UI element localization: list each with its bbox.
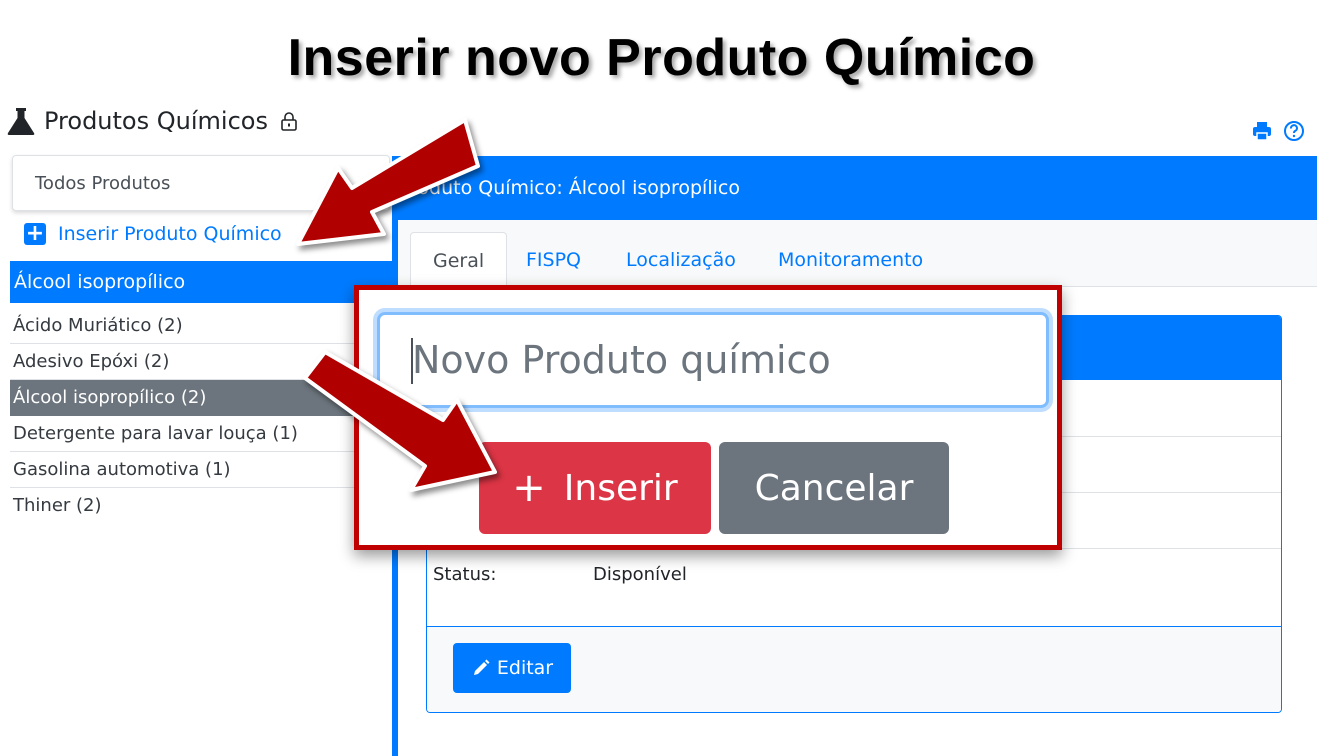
page-title: Produtos Químicos xyxy=(44,107,268,135)
card-footer: Editar xyxy=(427,626,1281,712)
edit-label: Editar xyxy=(496,657,554,679)
flask-icon xyxy=(7,108,35,135)
edit-button[interactable]: Editar xyxy=(453,643,571,693)
insert-label: Inserir xyxy=(563,467,678,509)
status-value: Disponível xyxy=(593,564,687,585)
print-icon[interactable] xyxy=(1251,120,1273,142)
sidebar-active-item[interactable]: Álcool isopropílico xyxy=(10,261,392,303)
tab-fispq[interactable]: FISPQ xyxy=(526,232,581,286)
insert-product-label: Inserir Produto Químico xyxy=(58,223,282,245)
tab-bar: Geral FISPQ Localização Monitoramento xyxy=(398,220,1317,287)
tab-monitoramento[interactable]: Monitoramento xyxy=(778,232,923,286)
top-icons xyxy=(1251,120,1305,142)
arrow-icon xyxy=(296,118,480,246)
arrow-icon xyxy=(303,350,497,492)
plus-icon: + xyxy=(24,221,46,246)
tab-localizacao[interactable]: Localização xyxy=(626,232,736,286)
help-icon[interactable] xyxy=(1283,120,1305,142)
app-header: Produtos Químicos xyxy=(6,104,298,138)
cancel-button[interactable]: Cancelar xyxy=(719,442,949,534)
slide-title: Inserir novo Produto Químico xyxy=(287,29,1036,87)
insert-product-link[interactable]: + Inserir Produto Químico xyxy=(24,223,282,245)
status-label: Status: xyxy=(433,564,497,585)
cancel-label: Cancelar xyxy=(754,467,914,509)
list-item[interactable]: Ácido Muriático (2) xyxy=(10,308,392,344)
pencil-icon xyxy=(473,659,490,675)
plus-icon: + xyxy=(512,465,546,511)
